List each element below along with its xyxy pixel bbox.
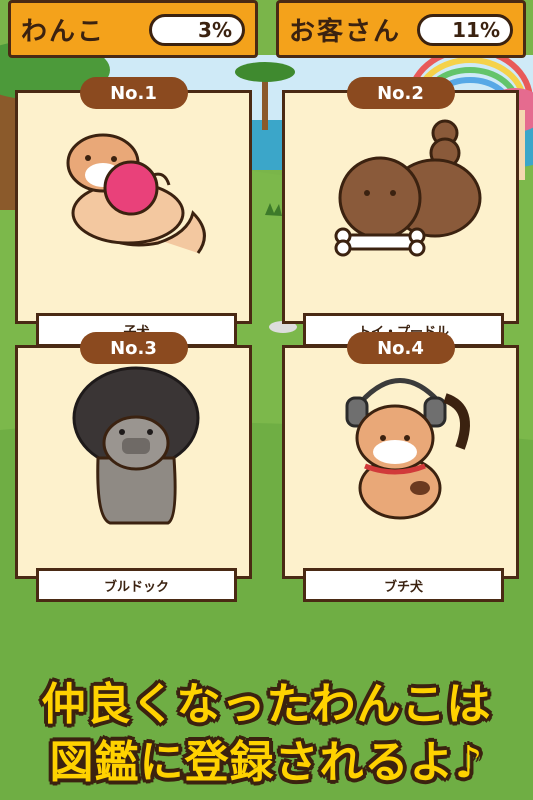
card-number-badge: No.3 xyxy=(79,332,188,364)
dog-card-4[interactable]: No.4 ブチ犬 xyxy=(282,332,519,602)
dog-card-1[interactable]: No.1 子犬 xyxy=(15,77,252,347)
dog-percent: 3% xyxy=(149,14,245,46)
dog-name-label: ブチ犬 xyxy=(303,568,504,602)
card-number-badge: No.2 xyxy=(346,77,455,109)
promo-banner-line2: 図鑑に登録されるよ♪ xyxy=(49,737,484,788)
poodle-illustration xyxy=(334,119,482,257)
dog-label: わんこ xyxy=(21,16,106,47)
guest-label: お客さん xyxy=(289,16,402,47)
bulldog-illustration xyxy=(72,366,200,525)
spotted-dog-illustration xyxy=(345,378,470,520)
card-number-badge: No.4 xyxy=(346,332,455,364)
card-number-badge: No.1 xyxy=(79,77,188,109)
dog-card-2[interactable]: No.2 トイ・プードル xyxy=(282,77,519,347)
dog-name-label: ブルドック xyxy=(36,568,237,602)
puppy-illustration xyxy=(66,133,206,254)
guest-percent: 11% xyxy=(417,14,513,46)
promo-banner-line1: 仲良くなったわんこは xyxy=(41,679,492,730)
dog-card-3[interactable]: No.3 ブルドック xyxy=(15,332,252,602)
guest-progress-bar: お客さん 11% xyxy=(276,0,526,58)
dog-progress-bar: わんこ 3% xyxy=(8,0,258,58)
